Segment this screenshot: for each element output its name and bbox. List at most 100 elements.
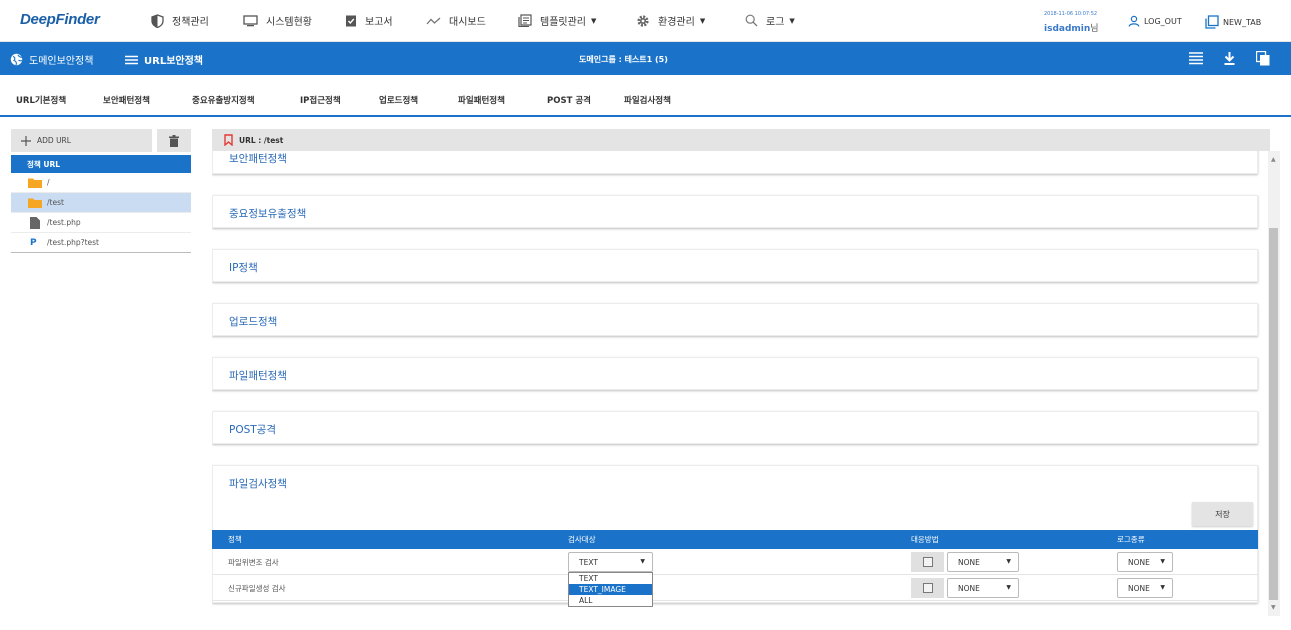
gear-icon	[637, 14, 649, 27]
logout-button[interactable]: LOG_OUT	[1128, 15, 1182, 27]
user-icon	[1128, 15, 1140, 27]
scroll-up-icon[interactable]: ▲	[1271, 156, 1276, 163]
col-target: 검사대상	[568, 535, 596, 544]
tab-file-check[interactable]: 파일검사정책	[624, 94, 671, 106]
row-policy-name: 신규파일생성 검사	[228, 584, 286, 593]
nav-policy-management[interactable]: 정책관리	[151, 13, 209, 28]
policy-tabs: URL기본정책 보안패턴정책 중요유출방지정책 IP접근정책 업로드정책 파일패…	[0, 75, 1291, 117]
username: isdadmin님	[1044, 21, 1099, 34]
panel-important-info-leak[interactable]: 중요정보유출정책	[212, 195, 1258, 228]
new-tab-icon	[1205, 15, 1219, 29]
breadcrumb-label: 도메인보안정책	[29, 56, 94, 67]
tree-item-root[interactable]: /	[11, 173, 191, 193]
trash-icon	[169, 134, 179, 147]
app-logo[interactable]: DeepFinder	[20, 11, 100, 28]
nav-label: 시스템현황	[266, 17, 312, 28]
scroll-down-icon[interactable]: ▼	[1271, 604, 1276, 611]
panel-ip[interactable]: IP정책	[212, 249, 1258, 282]
folder-icon	[28, 198, 42, 208]
login-timestamp: 2018-11-06 10:07:52	[1044, 11, 1098, 17]
panel-title: POST공격	[229, 424, 276, 436]
nav-dashboard[interactable]: 대시보드	[426, 13, 486, 28]
panel-post-attack[interactable]: POST공격	[212, 411, 1258, 444]
save-button[interactable]: 저장	[1192, 502, 1253, 526]
log-select[interactable]: NONE ▼	[1117, 552, 1173, 572]
target-select-value: TEXT	[579, 557, 598, 567]
panel-title[interactable]: 파일검사정책	[229, 476, 287, 491]
policy-panels: 보안패턴정책 중요정보유출정책 IP정책 업로드정책 파일패턴정책 POST공격…	[212, 151, 1270, 616]
delete-url-button[interactable]	[157, 129, 191, 152]
chevron-down-icon: ▼	[1160, 558, 1165, 565]
panel-file-pattern[interactable]: 파일패턴정책	[212, 357, 1258, 390]
tree-item-test[interactable]: /test	[11, 193, 191, 213]
username-text: isdadmin	[1044, 24, 1091, 34]
search-icon	[745, 14, 758, 27]
action-select-value: NONE	[958, 557, 980, 567]
new-tab-button[interactable]: NEW_TAB	[1205, 15, 1261, 29]
breadcrumb-domain-policy[interactable]: 도메인보안정책	[10, 52, 93, 67]
download-icon[interactable]	[1223, 52, 1236, 65]
tab-url-basic[interactable]: URL기본정책	[16, 94, 66, 106]
log-select[interactable]: NONE ▼	[1117, 578, 1173, 598]
clipboard-icon	[346, 15, 356, 27]
trend-icon	[426, 17, 441, 24]
nav-system-status[interactable]: 시스템현황	[243, 13, 312, 28]
template-icon	[518, 14, 532, 27]
tab-security-pattern[interactable]: 보안패턴정책	[103, 94, 150, 106]
panel-title: 보안패턴정책	[229, 153, 287, 165]
file-check-table-header: 정책 검사대상 대응방법 로그종류	[212, 530, 1258, 549]
nav-environment-management[interactable]: 환경관리 ▼	[636, 13, 705, 28]
panel-security-pattern[interactable]: 보안패턴정책	[212, 151, 1258, 174]
tab-file-pattern[interactable]: 파일패턴정책	[458, 94, 505, 106]
tab-ip-access[interactable]: IP접근정책	[300, 94, 341, 106]
list-icon[interactable]	[1189, 52, 1203, 65]
add-url-button[interactable]: ADD URL	[11, 129, 152, 152]
tree-item-test-php[interactable]: /test.php	[11, 213, 191, 233]
globe-icon	[10, 53, 23, 66]
param-icon: P	[30, 237, 37, 248]
nav-label: 로그	[766, 17, 785, 28]
scrollbar-thumb[interactable]	[1269, 228, 1278, 600]
tab-upload[interactable]: 업로드정책	[379, 94, 418, 106]
action-select[interactable]: NONE ▼	[947, 578, 1019, 598]
url-tree: / /test /test.php P /test.php?test	[11, 173, 191, 253]
copy-icon[interactable]	[1256, 51, 1270, 66]
action-checkbox[interactable]	[911, 578, 944, 598]
tab-post-attack[interactable]: POST 공격	[547, 94, 591, 106]
chevron-down-icon: ▼	[699, 16, 706, 25]
target-select[interactable]: TEXT ▼	[568, 552, 653, 572]
panel-title: 업로드정책	[229, 316, 278, 328]
dropdown-option-text-image[interactable]: TEXT_IMAGE	[569, 584, 652, 595]
table-row: 파일위변조 검사 TEXT ▼ NONE ▼ NONE ▼	[212, 549, 1258, 575]
plus-icon	[21, 135, 31, 146]
dropdown-option-text[interactable]: TEXT	[569, 573, 652, 584]
tree-item-label: /test.php?test	[47, 238, 99, 247]
username-suffix: 님	[1090, 24, 1099, 34]
tree-item-label: /test.php	[47, 218, 81, 227]
checkbox-box	[922, 557, 933, 567]
action-checkbox[interactable]	[911, 552, 944, 572]
table-row: 신규파일생성 검사 NONE ▼ NONE ▼	[212, 575, 1258, 601]
nav-label: 정책관리	[172, 17, 209, 28]
nav-template-management[interactable]: 템플릿관리 ▼	[518, 13, 596, 28]
tab-leak-prevention[interactable]: 중요유출방지정책	[192, 94, 255, 106]
nav-logs[interactable]: 로그 ▼	[745, 13, 795, 28]
file-icon	[30, 216, 40, 229]
bookmark-icon	[224, 134, 233, 146]
tree-item-label: /test	[47, 198, 64, 207]
nav-reports[interactable]: 보고서	[345, 13, 393, 28]
shield-icon	[151, 13, 164, 28]
breadcrumb-url-policy[interactable]: URL보안정책	[125, 52, 203, 67]
breadcrumb-label: URL보안정책	[144, 56, 203, 67]
dropdown-option-all[interactable]: ALL	[569, 595, 652, 606]
breadcrumb-bar: 도메인보안정책 URL보안정책 도메인그룹 : 테스트1 (5)	[0, 42, 1291, 75]
logout-label: LOG_OUT	[1144, 16, 1182, 26]
action-select-value: NONE	[958, 583, 980, 593]
domain-group-label: 도메인그룹 : 테스트1 (5)	[579, 55, 668, 64]
log-select-value: NONE	[1128, 583, 1150, 593]
panel-upload[interactable]: 업로드정책	[212, 303, 1258, 336]
new-tab-label: NEW_TAB	[1223, 17, 1262, 27]
action-select[interactable]: NONE ▼	[947, 552, 1019, 572]
col-log-type: 로그종류	[1117, 535, 1145, 544]
tree-item-test-php-param[interactable]: P /test.php?test	[11, 233, 191, 253]
